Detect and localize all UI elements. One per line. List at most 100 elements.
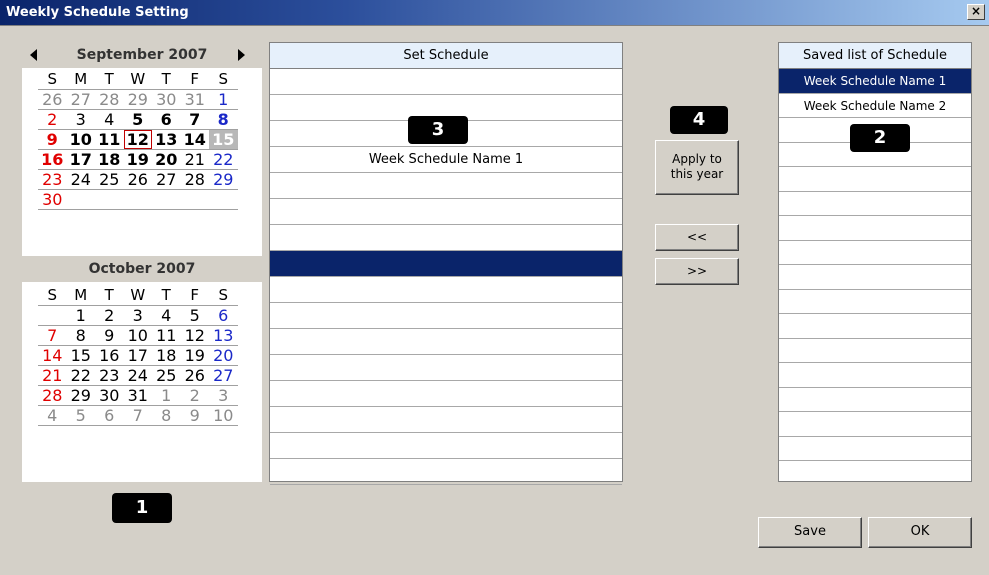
day-cell[interactable]: 29 xyxy=(67,386,96,405)
saved-list-item[interactable] xyxy=(779,388,971,412)
saved-list-item[interactable] xyxy=(779,241,971,265)
day-cell[interactable]: 30 xyxy=(152,90,181,109)
day-cell[interactable]: 19 xyxy=(181,346,210,365)
day-cell[interactable]: 13 xyxy=(152,130,181,149)
set-schedule-row[interactable]: Week Schedule Name 1 xyxy=(270,147,622,173)
day-cell[interactable]: 23 xyxy=(38,170,67,189)
day-cell[interactable]: 9 xyxy=(181,406,210,425)
day-cell[interactable]: 31 xyxy=(181,90,210,109)
day-cell[interactable]: 24 xyxy=(67,170,96,189)
day-cell[interactable]: 27 xyxy=(67,90,96,109)
saved-list-item[interactable] xyxy=(779,290,971,314)
set-schedule-row[interactable] xyxy=(270,329,622,355)
day-cell[interactable]: 8 xyxy=(209,110,238,129)
day-cell[interactable]: 10 xyxy=(124,326,153,345)
move-left-button[interactable]: << xyxy=(655,224,739,251)
day-cell[interactable]: 15 xyxy=(209,130,238,149)
set-schedule-row[interactable] xyxy=(270,199,622,225)
day-cell[interactable]: 7 xyxy=(38,326,67,345)
day-cell[interactable]: 12 xyxy=(123,130,152,149)
day-cell[interactable]: 13 xyxy=(209,326,238,345)
saved-list-item[interactable] xyxy=(779,412,971,437)
day-cell[interactable]: 9 xyxy=(95,326,124,345)
day-cell[interactable]: 17 xyxy=(67,150,96,169)
day-cell[interactable]: 21 xyxy=(38,366,67,385)
day-cell[interactable]: 29 xyxy=(124,90,153,109)
day-cell[interactable]: 3 xyxy=(124,306,153,325)
day-cell[interactable]: 30 xyxy=(38,190,67,209)
saved-list-item[interactable] xyxy=(779,167,971,192)
saved-list-item[interactable]: Week Schedule Name 2 xyxy=(779,94,971,118)
apply-to-this-year-button[interactable]: Apply to this year xyxy=(655,140,739,195)
day-cell[interactable]: 31 xyxy=(124,386,153,405)
day-cell[interactable]: 26 xyxy=(124,170,153,189)
day-cell[interactable]: 15 xyxy=(67,346,96,365)
ok-button[interactable]: OK xyxy=(868,517,972,548)
day-cell[interactable]: 5 xyxy=(124,110,153,129)
day-cell[interactable]: 1 xyxy=(152,386,181,405)
day-cell[interactable]: 5 xyxy=(67,406,96,425)
set-schedule-row[interactable] xyxy=(270,433,622,459)
set-schedule-row[interactable] xyxy=(270,381,622,407)
set-schedule-row[interactable] xyxy=(270,459,622,485)
set-schedule-row[interactable] xyxy=(270,173,622,199)
day-cell[interactable]: 6 xyxy=(95,406,124,425)
day-cell[interactable]: 25 xyxy=(152,366,181,385)
day-cell[interactable]: 25 xyxy=(95,170,124,189)
day-cell[interactable]: 14 xyxy=(38,346,67,365)
saved-list-item[interactable]: Week Schedule Name 1 xyxy=(779,69,971,94)
saved-list-item[interactable] xyxy=(779,265,971,290)
saved-list-item[interactable] xyxy=(779,192,971,216)
close-button[interactable]: × xyxy=(967,4,985,20)
move-right-button[interactable]: >> xyxy=(655,258,739,285)
day-cell[interactable]: 20 xyxy=(152,150,181,169)
day-cell[interactable]: 19 xyxy=(124,150,153,169)
day-cell[interactable]: 6 xyxy=(209,306,238,325)
day-cell[interactable]: 9 xyxy=(38,130,67,149)
day-cell[interactable]: 11 xyxy=(152,326,181,345)
day-cell[interactable]: 16 xyxy=(38,150,67,169)
day-cell[interactable]: 26 xyxy=(38,90,67,109)
saved-list-item[interactable] xyxy=(779,314,971,339)
day-cell[interactable]: 24 xyxy=(124,366,153,385)
day-cell[interactable]: 22 xyxy=(209,150,238,169)
day-cell[interactable]: 23 xyxy=(95,366,124,385)
set-schedule-row[interactable] xyxy=(270,355,622,381)
next-month-icon[interactable] xyxy=(238,49,245,61)
day-cell[interactable]: 29 xyxy=(209,170,238,189)
day-cell[interactable]: 10 xyxy=(67,130,96,149)
saved-list-item[interactable] xyxy=(779,363,971,388)
day-cell[interactable]: 26 xyxy=(181,366,210,385)
day-cell[interactable]: 1 xyxy=(67,306,96,325)
saved-list-item[interactable] xyxy=(779,339,971,363)
set-schedule-row[interactable] xyxy=(270,225,622,251)
day-cell[interactable]: 4 xyxy=(152,306,181,325)
day-cell[interactable]: 17 xyxy=(124,346,153,365)
day-cell[interactable]: 2 xyxy=(181,386,210,405)
day-cell[interactable]: 4 xyxy=(95,110,124,129)
set-schedule-row[interactable] xyxy=(270,251,622,277)
day-cell[interactable]: 7 xyxy=(181,110,210,129)
day-cell[interactable]: 28 xyxy=(38,386,67,405)
day-cell[interactable]: 2 xyxy=(95,306,124,325)
day-cell[interactable]: 20 xyxy=(209,346,238,365)
day-cell[interactable]: 18 xyxy=(152,346,181,365)
set-schedule-row[interactable] xyxy=(270,303,622,329)
day-cell[interactable]: 30 xyxy=(95,386,124,405)
day-cell[interactable]: 5 xyxy=(181,306,210,325)
saved-list-item[interactable] xyxy=(779,216,971,241)
day-cell[interactable]: 27 xyxy=(209,366,238,385)
set-schedule-row[interactable] xyxy=(270,69,622,95)
day-cell[interactable]: 22 xyxy=(67,366,96,385)
set-schedule-row[interactable] xyxy=(270,277,622,303)
day-cell[interactable]: 1 xyxy=(209,90,238,109)
day-cell[interactable]: 28 xyxy=(95,90,124,109)
day-cell[interactable]: 11 xyxy=(95,130,124,149)
day-cell[interactable]: 3 xyxy=(209,386,238,405)
day-cell[interactable]: 16 xyxy=(95,346,124,365)
day-cell[interactable]: 4 xyxy=(38,406,67,425)
day-cell[interactable]: 3 xyxy=(67,110,96,129)
day-cell[interactable]: 7 xyxy=(124,406,153,425)
day-cell[interactable]: 8 xyxy=(152,406,181,425)
day-cell[interactable]: 6 xyxy=(152,110,181,129)
